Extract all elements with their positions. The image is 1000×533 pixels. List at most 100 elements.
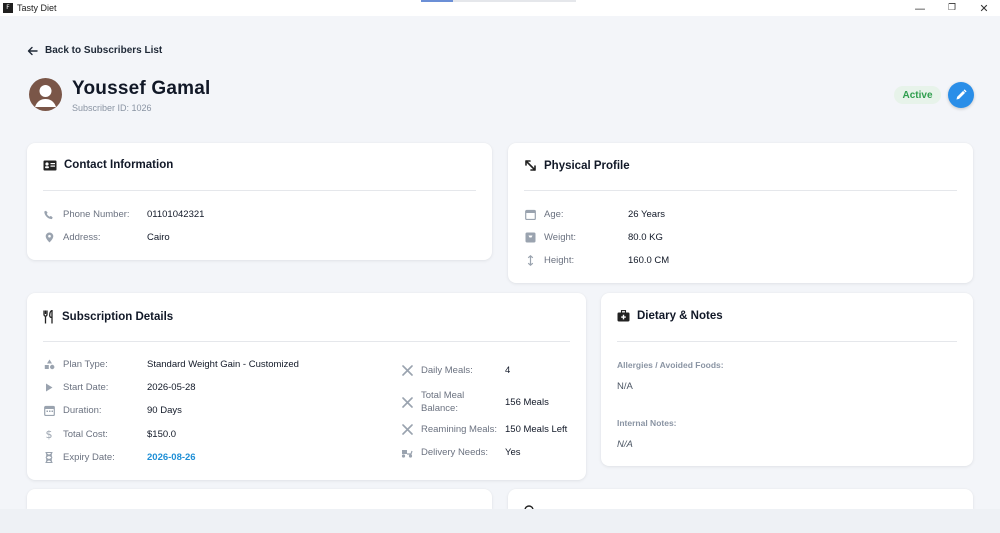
divider — [524, 190, 957, 191]
delivery-needs-value: Yes — [505, 447, 521, 458]
hourglass-icon — [45, 452, 53, 463]
total-meal-balance-row: Total Meal Balance: 156 Meals — [401, 389, 549, 415]
shapes-icon — [44, 359, 54, 370]
subscription-card-title: Subscription Details — [43, 310, 173, 324]
dollar-icon: $ — [45, 428, 53, 441]
height-row: Height: 160.0 CM — [524, 255, 669, 266]
height-value: 160.0 CM — [628, 255, 670, 266]
expiry-date-value: 2026-08-26 — [147, 452, 196, 463]
partial-card-right — [508, 489, 973, 511]
person-icon — [35, 85, 56, 107]
partial-card-left — [27, 489, 492, 509]
scale-icon — [525, 232, 535, 243]
first-aid-kit-icon — [617, 310, 630, 322]
plan-type-row: Plan Type: Standard Weight Gain - Custom… — [43, 359, 299, 370]
total-cost-value: $150.0 — [147, 429, 177, 440]
physical-card-title: Physical Profile — [524, 159, 630, 172]
delivery-needs-row: Delivery Needs: Yes — [401, 447, 521, 458]
weight-value: 80.0 KG — [628, 232, 663, 243]
calendar-icon — [43, 405, 55, 416]
total-cost-label: Total Cost: — [63, 429, 108, 440]
close-button[interactable]: ✕ — [968, 0, 1000, 16]
bottom-fade-strip — [0, 509, 1000, 533]
subscription-details-card: Subscription Details Plan Type: Standard… — [27, 293, 586, 480]
physical-title-text: Physical Profile — [544, 159, 630, 172]
calendar-icon — [524, 209, 536, 220]
play-icon — [46, 383, 53, 392]
plan-type-value: Standard Weight Gain - Customized — [147, 359, 299, 370]
start-date-value: 2026-05-28 — [147, 382, 196, 393]
window-title: Tasty Diet — [17, 3, 57, 13]
remaining-meals-row: Reamining Meals: 150 Meals Left — [401, 424, 567, 435]
remaining-meals-value: 150 Meals Left — [505, 424, 568, 435]
contact-card-title: Contact Information — [43, 159, 173, 171]
phone-value: 01101042321 — [147, 209, 205, 220]
divider — [43, 190, 476, 191]
maximize-button[interactable]: ❐ — [936, 0, 968, 16]
arrow-left-icon — [27, 46, 38, 55]
dietary-title-text: Dietary & Notes — [637, 310, 723, 322]
avatar — [29, 78, 62, 111]
subscriber-id: Subscriber ID: 1026 — [72, 103, 152, 113]
delivery-needs-label: Delivery Needs: — [421, 447, 489, 458]
allergies-label: Allergies / Avoided Foods: — [617, 360, 724, 370]
total-cost-row: $ Total Cost: $150.0 — [43, 428, 177, 441]
delivery-scooter-icon — [401, 449, 413, 458]
status-badge: Active — [894, 86, 941, 104]
weight-label: Weight: — [544, 232, 577, 243]
duration-value: 90 Days — [147, 405, 182, 416]
start-date-label: Start Date: — [63, 382, 109, 393]
contact-title-text: Contact Information — [64, 159, 174, 171]
utensils-crossed-icon — [401, 365, 413, 376]
age-value: 26 Years — [628, 209, 665, 220]
address-row: Address: Cairo — [43, 232, 170, 243]
phone-label: Phone Number: — [63, 209, 130, 220]
subscriber-name: Youssef Gamal — [72, 78, 211, 99]
daily-meals-row: Daily Meals: 4 — [401, 365, 510, 376]
daily-meals-label: Daily Meals: — [421, 365, 473, 376]
total-meal-balance-label: Total Meal Balance: — [421, 390, 465, 414]
start-date-row: Start Date: 2026-05-28 — [43, 382, 196, 393]
app-logo-icon: F — [3, 3, 13, 13]
divider — [617, 341, 957, 342]
height-arrows-icon — [527, 255, 533, 266]
minimize-button[interactable]: — — [904, 0, 936, 16]
progress-indicator — [421, 0, 576, 2]
back-link-label: Back to Subscribers List — [45, 45, 163, 56]
divider — [43, 341, 570, 342]
plan-type-label: Plan Type: — [63, 359, 108, 370]
back-to-subscribers-link[interactable]: Back to Subscribers List — [27, 45, 162, 56]
weight-row: Weight: 80.0 KG — [524, 232, 663, 243]
expiry-date-row: Expiry Date: 2026-08-26 — [43, 452, 196, 463]
contact-information-card: Contact Information Phone Number: 011010… — [27, 143, 492, 260]
fork-knife-icon — [43, 310, 53, 324]
location-pin-icon — [45, 232, 53, 243]
dietary-notes-card: Dietary & Notes Allergies / Avoided Food… — [601, 293, 973, 466]
height-label: Height: — [544, 255, 575, 266]
utensils-crossed-icon — [401, 396, 413, 408]
age-label: Age: — [544, 209, 564, 220]
internal-notes-label: Internal Notes: — [617, 418, 677, 428]
duration-label: Duration: — [63, 405, 102, 416]
phone-row: Phone Number: 01101042321 — [43, 209, 204, 220]
utensils-crossed-icon — [401, 424, 413, 435]
address-label: Address: — [63, 232, 101, 243]
physical-profile-card: Physical Profile Age: 26 Years Weight: 8… — [508, 143, 973, 283]
daily-meals-value: 4 — [505, 365, 511, 376]
remaining-meals-label: Reamining Meals: — [421, 424, 498, 435]
age-row: Age: 26 Years — [524, 209, 665, 220]
dietary-card-title: Dietary & Notes — [617, 310, 723, 322]
contact-card-icon — [43, 160, 57, 170]
address-value: Cairo — [147, 232, 170, 243]
edit-button[interactable] — [948, 82, 974, 108]
phone-icon — [44, 210, 53, 219]
allergies-value: N/A — [617, 381, 633, 392]
duration-row: Duration: 90 Days — [43, 405, 182, 416]
title-bar: F Tasty Diet — ❐ ✕ — [0, 0, 1000, 16]
expand-arrows-icon — [525, 160, 536, 171]
internal-notes-value: N/A — [617, 439, 633, 450]
expiry-date-label: Expiry Date: — [63, 452, 115, 463]
total-meal-balance-value: 156 Meals — [505, 396, 549, 408]
subscription-title-text: Subscription Details — [62, 311, 174, 323]
pencil-icon — [956, 89, 967, 100]
